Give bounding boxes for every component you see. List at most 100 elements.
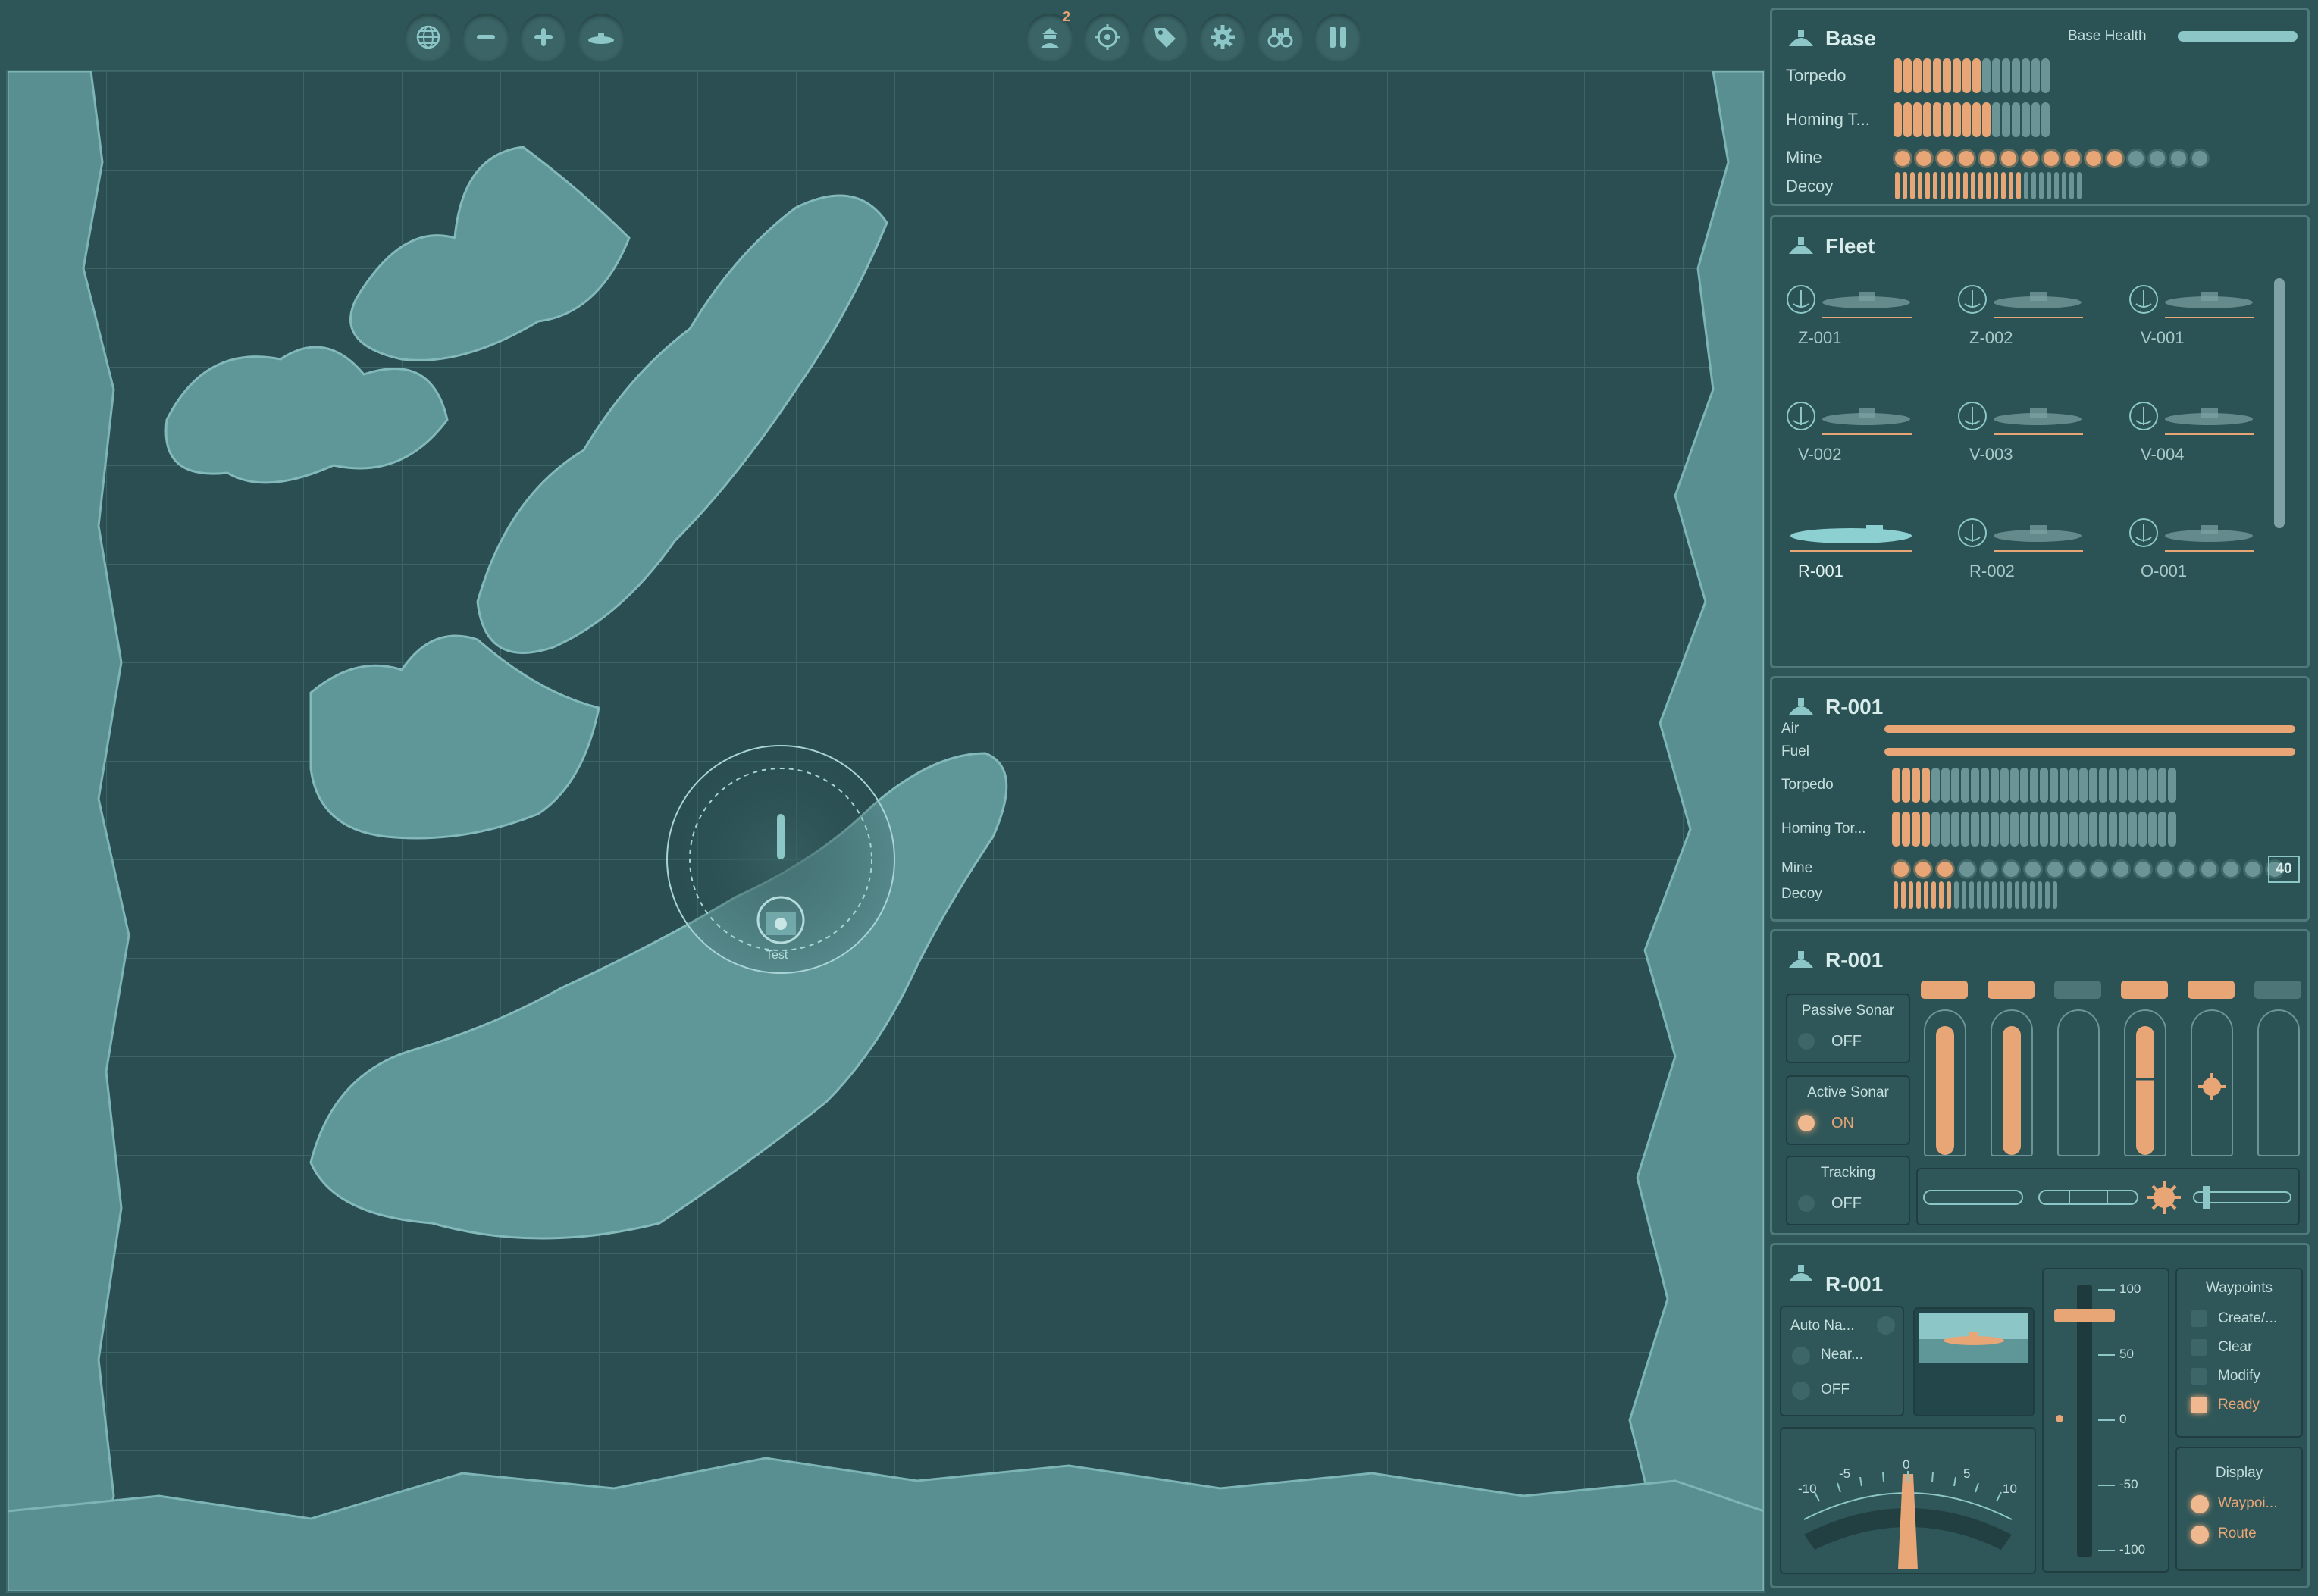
mine-pip — [2001, 151, 2016, 166]
homing-torpedo-pip — [2138, 812, 2147, 847]
fleet-unit[interactable]: Z-001 — [1783, 278, 1934, 384]
fuel-bar — [1884, 748, 2295, 756]
base-torpedo-ammo — [1894, 58, 2050, 93]
torpedo-tube[interactable] — [1988, 981, 2035, 1156]
torpedo-tube[interactable] — [2188, 981, 2235, 1156]
fleet-unit[interactable]: V-004 — [2125, 395, 2277, 501]
display-box: Display Waypoi... Route — [2175, 1447, 2303, 1571]
fleet-unit[interactable]: V-001 — [2125, 278, 2277, 384]
tube-fire-button[interactable] — [2054, 981, 2101, 999]
fleet-unit[interactable]: O-001 — [2125, 512, 2277, 618]
decoy-pip — [1903, 172, 1907, 199]
decoy-pip — [1947, 881, 1951, 909]
waypoint-checkbox[interactable] — [2191, 1368, 2207, 1385]
fleet-panel: Fleet Z-001 Z-002 V-001 V-002 V-003 V-00… — [1770, 215, 2310, 668]
submarine-icon[interactable] — [578, 14, 625, 61]
depth-tick-mark — [2098, 1485, 2115, 1486]
torpedo-pip — [2010, 768, 2019, 803]
submarine-emblem-icon — [1789, 1265, 1813, 1281]
submarine-icon — [1790, 525, 1912, 552]
decoy-pip — [2022, 881, 2027, 909]
tube-fire-button[interactable] — [2121, 981, 2168, 999]
near-indicator[interactable] — [1792, 1347, 1810, 1365]
tube-fire-button[interactable] — [2254, 981, 2301, 999]
torpedo-tube[interactable] — [2254, 981, 2301, 1156]
tube-payload-icon — [2059, 1011, 2098, 1155]
captain-icon[interactable]: 2 — [1026, 9, 1073, 61]
unit-map-label: Test — [766, 949, 788, 962]
torpedo-pip — [2099, 768, 2107, 803]
fleet-unit-name: R-002 — [1969, 562, 2015, 581]
mine-pip — [2179, 862, 2194, 877]
depth-track — [2077, 1285, 2092, 1557]
gauge-tick-label: -5 — [1839, 1466, 1851, 1481]
tube-fire-button[interactable] — [1988, 981, 2035, 999]
mine-pip — [2044, 151, 2059, 166]
waypoint-checkbox[interactable] — [2191, 1339, 2207, 1356]
fleet-scrollbar[interactable] — [2274, 278, 2285, 528]
tube-payload-icon — [2003, 1026, 2021, 1155]
display-toggle[interactable] — [2191, 1526, 2209, 1544]
tag-icon[interactable] — [1142, 14, 1189, 61]
fleet-unit[interactable]: Z-002 — [1954, 278, 2106, 384]
pause-icon[interactable] — [1314, 14, 1361, 61]
homing-torpedo-pip — [2030, 812, 2038, 847]
zoom-in-icon[interactable] — [520, 14, 567, 61]
homing-torpedo-pip — [1991, 812, 1999, 847]
nav-title: R-001 — [1825, 1272, 1884, 1296]
submarine-emblem-icon — [1789, 30, 1813, 46]
torpedo-pip — [2109, 768, 2117, 803]
target-icon[interactable] — [1084, 14, 1131, 61]
periscope-view[interactable] — [1913, 1307, 2035, 1416]
depth-control[interactable]: 100 50 0 -50 -100 — [2042, 1268, 2169, 1573]
globe-icon[interactable] — [405, 14, 452, 61]
sea-map[interactable]: Test — [6, 70, 1765, 1593]
display-toggle[interactable] — [2191, 1495, 2209, 1513]
torpedo-tube[interactable] — [1921, 981, 1968, 1156]
homing-torpedo-pip — [2158, 812, 2166, 847]
off-indicator[interactable] — [1792, 1382, 1810, 1400]
homing-torpedo-pip — [1941, 812, 1950, 847]
waypoint-checkbox[interactable] — [2191, 1397, 2207, 1413]
torpedo-tube[interactable] — [2054, 981, 2101, 1156]
binoculars-icon[interactable] — [1257, 14, 1304, 61]
rudder-gauge[interactable]: -10 -5 0 5 10 — [1780, 1427, 2036, 1574]
auto-nav-box[interactable]: Auto Na... Near... OFF — [1780, 1306, 1904, 1416]
active-sonar-toggle[interactable]: Active Sonar ON — [1786, 1075, 1910, 1145]
fleet-unit[interactable]: V-003 — [1954, 395, 2106, 501]
gear-icon[interactable] — [1199, 14, 1246, 61]
tube-fire-button[interactable] — [2188, 981, 2235, 999]
base-homing-ammo — [1894, 102, 2050, 137]
fleet-unit[interactable]: V-002 — [1783, 395, 1934, 501]
auto-nav-label: Auto Na... — [1790, 1318, 1855, 1334]
tube-fire-button[interactable] — [1921, 981, 1968, 999]
decoy-pip — [1992, 881, 1997, 909]
decoy-pip — [1962, 881, 1966, 909]
torpedo-pip — [2128, 768, 2137, 803]
torpedo-select-icon — [1923, 1190, 2023, 1205]
zoom-out-icon[interactable] — [462, 14, 509, 61]
mine-pip — [1959, 862, 1975, 877]
decoy-pip — [2045, 881, 2050, 909]
torpedo-tube[interactable] — [2121, 981, 2168, 1156]
waypoint-checkbox[interactable] — [2191, 1310, 2207, 1327]
torpedo-pip — [1923, 58, 1931, 93]
depth-slider-handle[interactable] — [2054, 1309, 2115, 1322]
torpedo-pip — [1894, 58, 1902, 93]
weapons-panel: R-001 Passive Sonar OFF Active Sonar ON … — [1770, 929, 2310, 1235]
tracking-toggle[interactable]: Tracking OFF — [1786, 1156, 1910, 1225]
mine-pip — [2192, 151, 2207, 166]
decoy-pip — [1984, 881, 1989, 909]
torpedo-pip — [2069, 768, 2078, 803]
torpedo-pip — [2030, 768, 2038, 803]
submarine-icon — [1787, 285, 1912, 318]
decoy-pip — [2031, 172, 2036, 199]
torpedo-pip — [1992, 58, 2000, 93]
weapon-selector[interactable] — [1916, 1168, 2300, 1225]
fleet-unit[interactable]: R-002 — [1954, 512, 2106, 618]
tube-body — [2057, 1009, 2100, 1156]
passive-sonar-toggle[interactable]: Passive Sonar OFF — [1786, 994, 1910, 1063]
base-decoy-label: Decoy — [1786, 177, 1834, 196]
submarine-emblem-icon — [1789, 698, 1813, 715]
fleet-unit[interactable]: R-001 — [1783, 512, 1934, 618]
